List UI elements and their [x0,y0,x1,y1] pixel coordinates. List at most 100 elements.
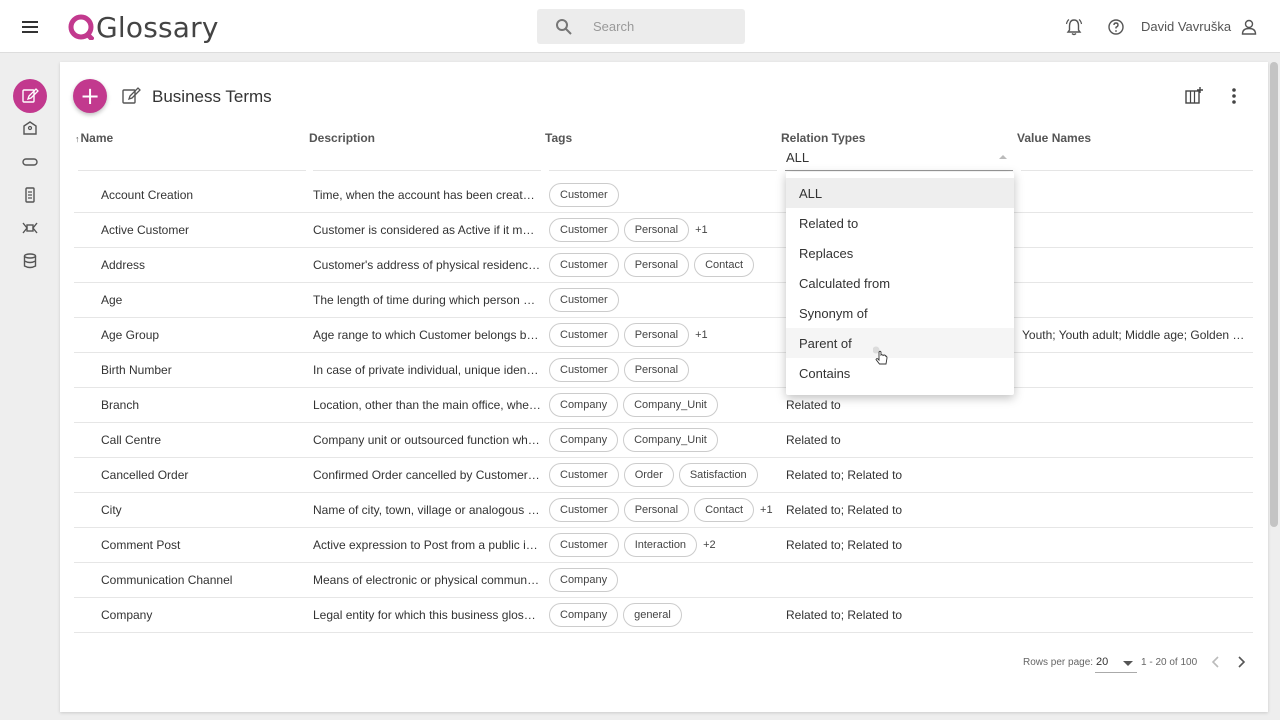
term-name[interactable]: Active Customer [101,223,189,237]
term-relation-types: Related to; Related to [786,538,903,552]
tag-chip[interactable]: Personal [623,498,690,522]
term-name[interactable]: Birth Number [101,363,172,377]
table-row[interactable]: Cancelled Order Confirmed Order cancelled… [74,458,1253,493]
tag-chip[interactable]: Company [549,568,619,592]
tag-chip[interactable]: Order [623,463,674,487]
dropdown-option[interactable]: Parent of [786,328,1014,358]
dropdown-option[interactable]: Synonym of [786,298,1014,328]
tag-chip[interactable]: Contact [694,498,755,522]
user-icon[interactable] [1240,18,1258,36]
tag-chip[interactable]: Personal [623,358,690,382]
tag-chip[interactable]: Customer [549,253,619,277]
more-tags-count[interactable]: +1 [695,224,708,236]
tag-chip[interactable]: Customer [549,498,619,522]
tag-chip[interactable]: Customer [549,533,619,557]
tag-chip[interactable]: Company_Unit [623,393,718,417]
tag-chip[interactable]: Interaction [623,533,698,557]
column-header-relation-types[interactable]: Relation Types [781,131,865,145]
tag-chip[interactable]: Customer [549,323,619,347]
table-row[interactable]: Comment Post Active expression to Post fr… [74,528,1253,563]
tag-icon[interactable] [21,120,39,138]
help-icon[interactable] [1107,18,1125,36]
tag-chip[interactable]: Company [549,393,619,417]
column-header-description[interactable]: Description [309,131,375,145]
filter-relation-types[interactable] [785,170,1013,171]
dropdown-option[interactable]: Calculated from [786,268,1014,298]
more-vertical-icon[interactable] [1224,86,1244,106]
more-tags-count[interactable]: +2 [703,539,716,551]
scrollbar-thumb[interactable] [1270,62,1278,527]
tag-chip[interactable]: Customer [549,183,619,207]
tag-chip[interactable]: Company [549,428,619,452]
term-tags: Company Company_Unit [549,393,723,417]
table-row[interactable]: Communication Channel Means of electronic… [74,563,1253,598]
tag-chip[interactable]: Company [549,603,619,627]
column-header-value-names[interactable]: Value Names [1017,131,1091,145]
tag-chip[interactable]: Customer [549,288,619,312]
term-name[interactable]: Communication Channel [101,573,232,587]
tag-chip[interactable]: Contact [694,253,755,277]
tag-chip[interactable]: Customer [549,463,619,487]
value-names-icon[interactable] [21,186,39,204]
user-name[interactable]: David Vavruška [1141,19,1231,34]
more-tags-count[interactable]: +1 [760,504,773,516]
tag-chip[interactable]: general [623,603,682,627]
term-name[interactable]: Comment Post [101,538,180,552]
relation-icon[interactable] [21,153,39,171]
tag-chip[interactable]: Customer [549,218,619,242]
table-row[interactable]: Birth Number In case of private individua… [74,353,1253,388]
tag-chip[interactable]: Company_Unit [623,428,718,452]
table-row[interactable]: City Name of city, town, village or analo… [74,493,1253,528]
nav-business-terms[interactable] [13,79,47,113]
term-name[interactable]: Cancelled Order [101,468,188,482]
search-input[interactable]: Search [593,19,634,34]
filter-description[interactable] [313,170,541,171]
rows-per-page-select[interactable]: 20 [1095,651,1137,673]
chevron-down-icon [1123,661,1133,666]
tag-chip[interactable]: Personal [623,253,690,277]
table-row[interactable]: Active Customer Customer is considered as… [74,213,1253,248]
column-header-tags[interactable]: Tags [545,131,572,145]
term-name[interactable]: Branch [101,398,139,412]
tag-chip[interactable]: Personal [623,218,690,242]
relation-types-select[interactable]: ALL [786,150,809,165]
filter-value-names[interactable] [1021,170,1253,171]
columns-icon[interactable] [1184,86,1204,106]
app-logo[interactable]: Glossary [68,10,219,44]
term-name[interactable]: Company [101,608,152,622]
menu-icon[interactable] [18,15,42,39]
chevron-up-icon[interactable] [999,155,1007,159]
dropdown-option[interactable]: Replaces [786,238,1014,268]
table-row[interactable]: Address Customer's address of physical re… [74,248,1253,283]
search-box[interactable]: Search [537,9,745,44]
term-name[interactable]: Age Group [101,328,159,342]
filter-tags[interactable] [549,170,777,171]
dropdown-option[interactable]: ALL [786,178,1014,208]
dropdown-option[interactable]: Contains [786,358,1014,388]
tag-chip[interactable]: Personal [623,323,690,347]
tag-chip[interactable]: Satisfaction [678,463,758,487]
add-term-button[interactable]: + [73,79,107,113]
links-icon[interactable] [21,219,39,237]
table-row[interactable]: Company Legal entity for which this busin… [74,598,1253,633]
bell-icon[interactable] [1065,18,1083,36]
chevron-right-icon[interactable] [1233,654,1249,670]
term-name[interactable]: Call Centre [101,433,161,447]
tag-chip[interactable]: Customer [549,358,619,382]
table-row[interactable]: Age The length of time during which perso… [74,283,1253,318]
table-row[interactable]: Age Group Age range to which Customer bel… [74,318,1253,353]
dropdown-option[interactable]: Related to [786,208,1014,238]
term-name[interactable]: Account Creation [101,188,193,202]
term-name[interactable]: City [101,503,122,517]
filter-name[interactable] [78,170,306,171]
term-name[interactable]: Address [101,258,145,272]
table-row[interactable]: Account Creation Time, when the account h… [74,178,1253,213]
column-header-name[interactable]: ↑Name [75,131,113,145]
page-scrollbar[interactable] [1268,62,1280,720]
term-name[interactable]: Age [101,293,122,307]
table-row[interactable]: Branch Location, other than the main offi… [74,388,1253,423]
more-tags-count[interactable]: +1 [695,329,708,341]
chevron-left-icon[interactable] [1208,654,1224,670]
database-icon[interactable] [21,252,39,270]
table-row[interactable]: Call Centre Company unit or outsourced fu… [74,423,1253,458]
